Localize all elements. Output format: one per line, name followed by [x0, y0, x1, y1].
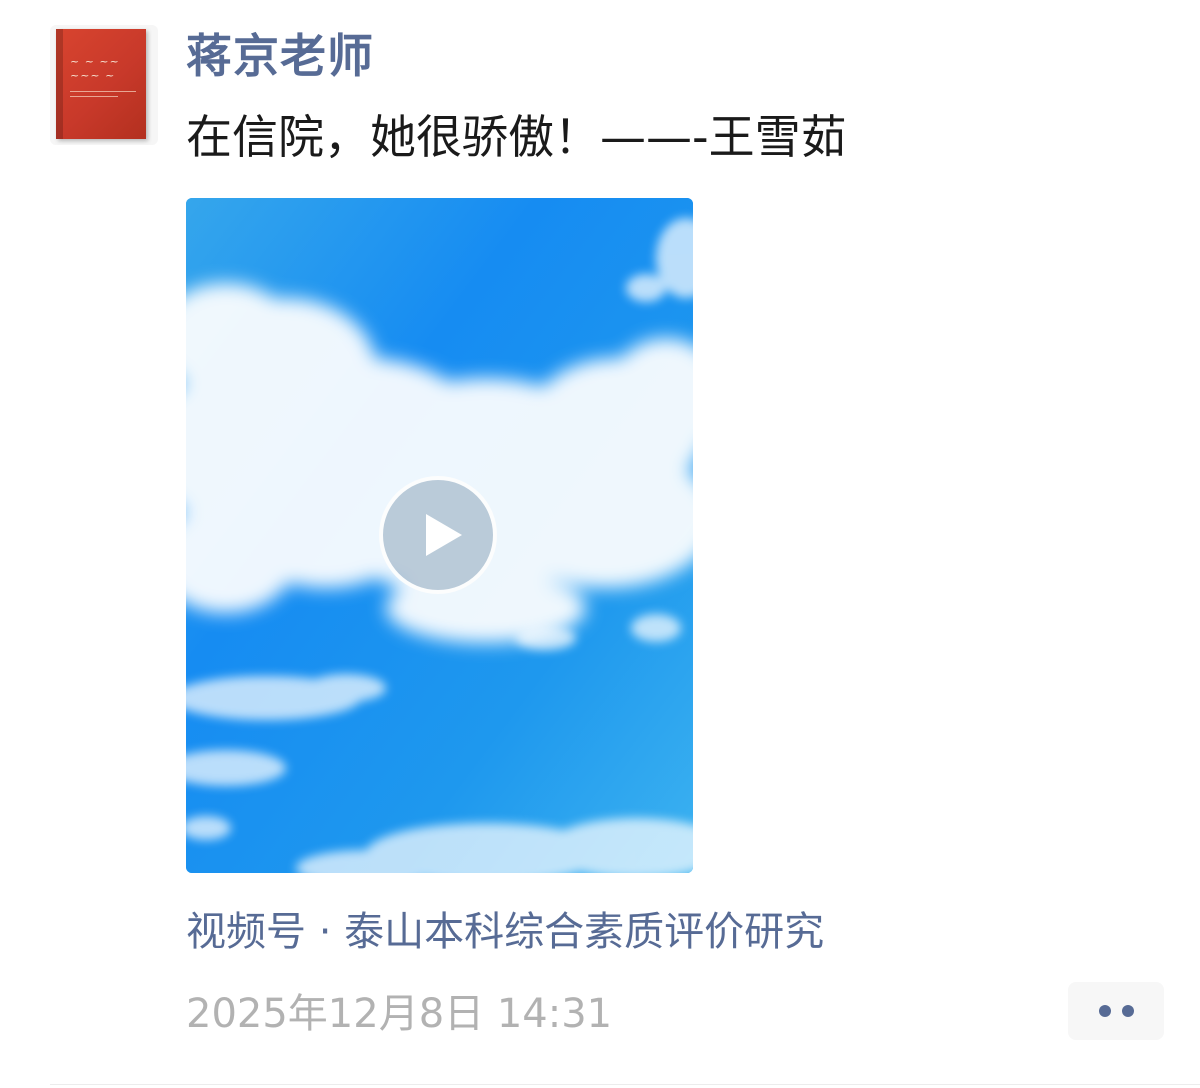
book-cover-lettering: ~ ~ ~~ ~~~ ~: [70, 55, 120, 82]
video-thumbnail[interactable]: [186, 198, 693, 873]
more-dots-icon: [1099, 1005, 1111, 1017]
book-spine: [56, 29, 63, 139]
play-icon: [426, 514, 462, 556]
play-button[interactable]: [379, 476, 497, 594]
moments-post: ~ ~ ~~ ~~~ ~ 蒋京老师 在信院，她很骄傲！——-王雪茹 视频号 · …: [0, 0, 1200, 1088]
book-cover-rule: [70, 91, 136, 92]
post-timestamp: 2025年12月8日 14:31: [186, 991, 613, 1037]
more-actions-button[interactable]: [1068, 982, 1164, 1040]
divider: [50, 1084, 1200, 1085]
book-cover-image: ~ ~ ~~ ~~~ ~: [56, 29, 146, 139]
author-name[interactable]: 蒋京老师: [186, 26, 374, 86]
book-cover-rule: [70, 96, 118, 97]
avatar[interactable]: ~ ~ ~~ ~~~ ~: [50, 25, 158, 145]
post-text: 在信院，她很骄傲！——-王雪茹: [186, 110, 847, 164]
more-dots-icon: [1122, 1005, 1134, 1017]
channel-link[interactable]: 视频号 · 泰山本科综合素质评价研究: [186, 904, 824, 960]
